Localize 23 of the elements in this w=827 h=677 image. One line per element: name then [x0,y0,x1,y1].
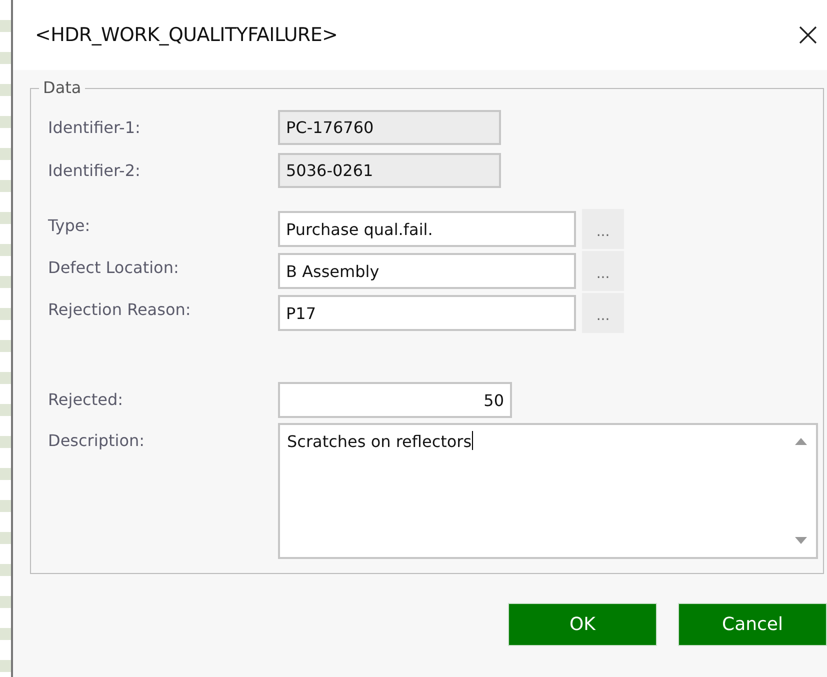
field-label: Rejected: [48,389,124,410]
description-field[interactable]: Scratches on reflectors [278,423,818,559]
cancel-button[interactable]: Cancel [678,603,827,646]
field-label: Description: [48,430,146,451]
readonly-field: 5036-0261 [278,153,501,188]
readonly-field: PC-176760 [278,110,501,145]
input-field[interactable]: P17 [278,295,576,331]
close-icon[interactable] [799,26,817,44]
field-label: Identifier-2: [48,160,142,181]
window-title: <HDR_WORK_QUALITYFAILURE> [35,24,338,46]
browse-button[interactable]: ... [582,293,624,333]
scroll-up-icon[interactable] [795,437,807,445]
browse-button[interactable]: ... [582,251,624,291]
field-label: Identifier-1: [48,117,142,138]
scroll-down-icon[interactable] [795,537,807,545]
ok-button[interactable]: OK [508,603,657,646]
browse-button[interactable]: ... [582,209,624,249]
input-field[interactable]: B Assembly [278,253,576,289]
input-field[interactable]: Purchase qual.fail. [278,211,576,247]
field-label: Rejection Reason: [48,299,192,320]
number-field[interactable]: 50 [278,382,512,418]
field-label: Defect Location: [48,257,180,278]
field-label: Type: [48,215,92,236]
